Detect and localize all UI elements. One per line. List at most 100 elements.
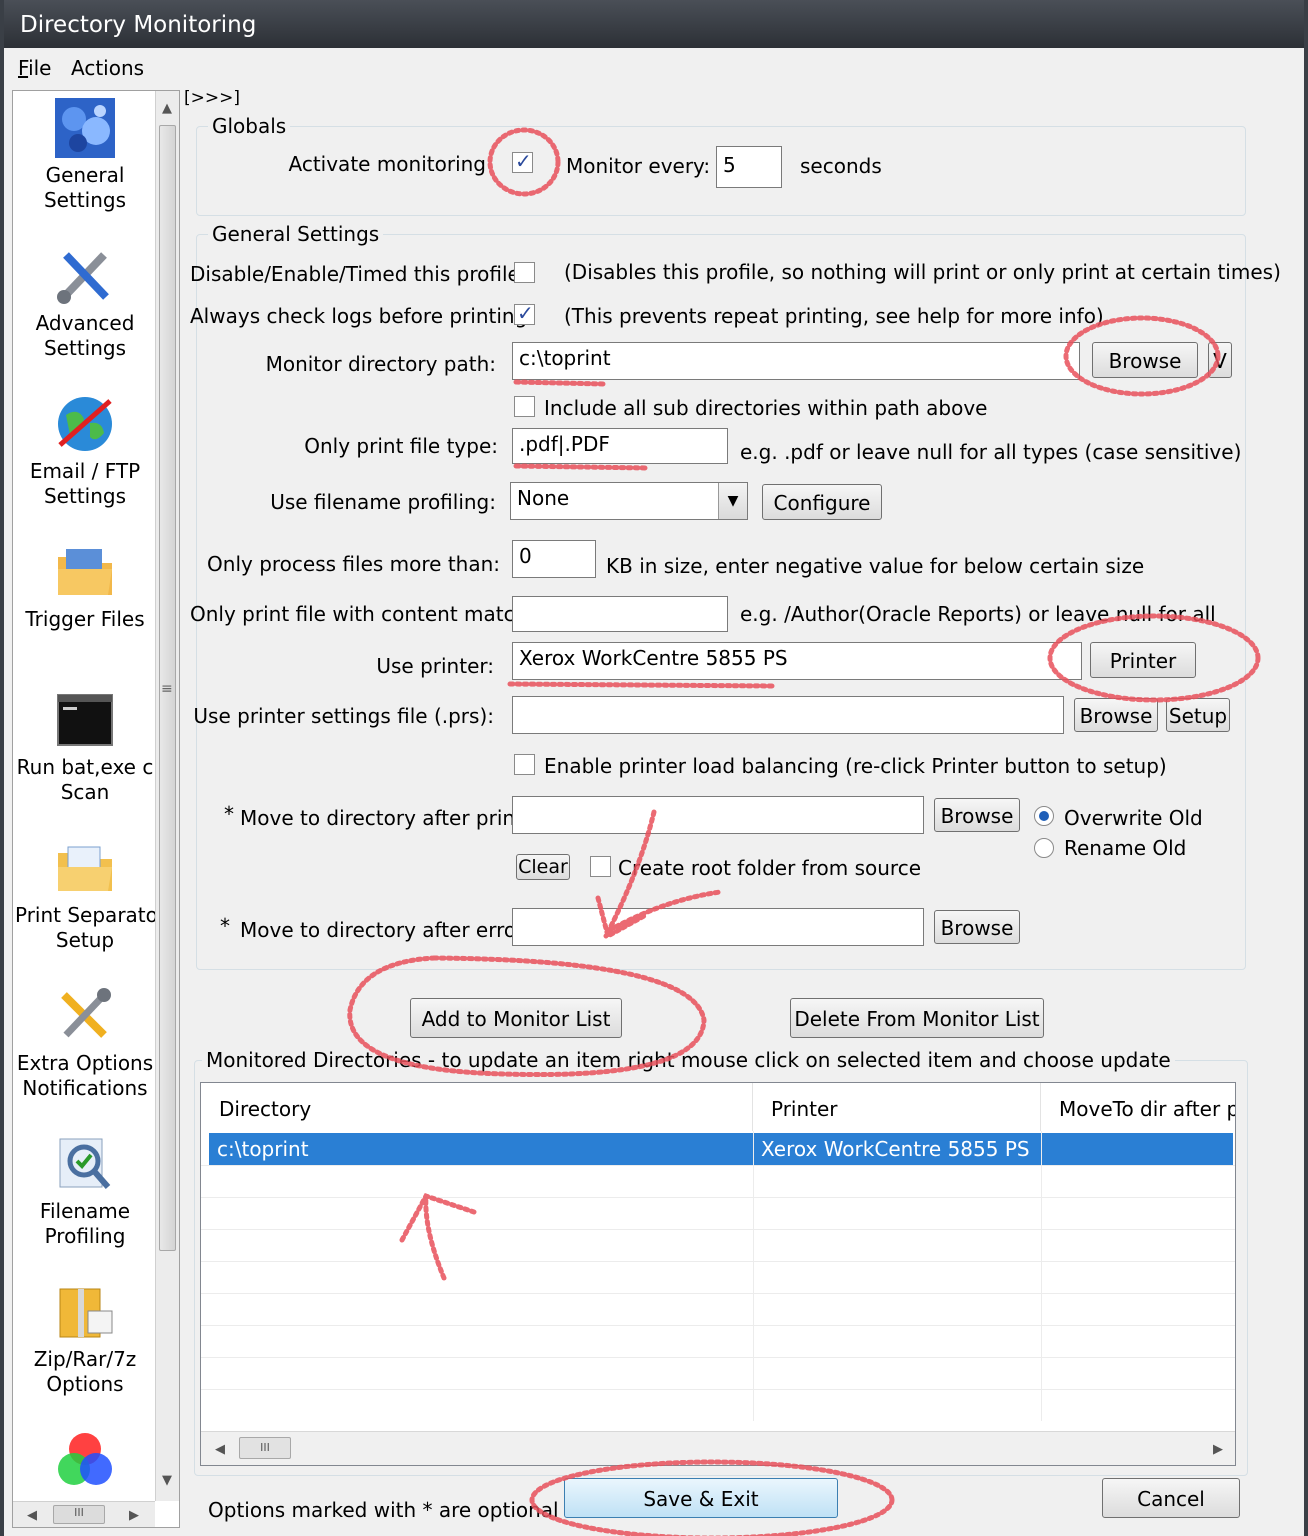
load-balancing-checkbox[interactable] [514, 754, 535, 775]
sidebar-item-label: Profiling [44, 1224, 126, 1248]
seconds-label: seconds [800, 154, 882, 178]
sidebar-scroll-thumb[interactable]: ≡ [159, 125, 176, 1251]
interval-input[interactable]: 5 [716, 146, 782, 188]
browse-directory-button[interactable]: Browse [1092, 342, 1198, 378]
min-size-label: Only process files more than: [207, 552, 500, 576]
create-root-folder-checkbox[interactable] [590, 856, 611, 877]
sidebar-horizontal-scrollbar[interactable]: ◀ III ▶ [13, 1501, 155, 1527]
printer-settings-file-label: Use printer settings file (.prs): [193, 704, 494, 728]
delete-from-monitor-list-button[interactable]: Delete From Monitor List [790, 998, 1044, 1038]
add-to-monitor-list-button[interactable]: Add to Monitor List [410, 998, 622, 1038]
scroll-right-icon[interactable]: ▶ [1213, 1442, 1223, 1457]
menu-file[interactable]: File [18, 56, 51, 80]
disable-profile-hint: (Disables this profile, so nothing will … [564, 260, 1281, 284]
v-button[interactable]: V [1208, 342, 1232, 378]
scroll-up-icon[interactable]: ▲ [162, 101, 172, 116]
scroll-left-icon[interactable]: ◀ [215, 1442, 225, 1457]
list-hscroll-thumb[interactable]: III [239, 1437, 291, 1459]
window-title: Directory Monitoring [20, 12, 257, 38]
magnifier-check-icon [59, 1138, 111, 1189]
row-divider [201, 1357, 1235, 1358]
sidebar-item-general-settings[interactable]: General Settings [15, 97, 155, 213]
sidebar-item-print-separator[interactable]: Print Separato Setup [15, 837, 155, 953]
column-header-printer[interactable]: Printer [753, 1083, 1041, 1131]
menu-actions[interactable]: Actions [71, 56, 144, 80]
menu-bar: File Actions [4, 48, 1304, 86]
move-after-print-input[interactable] [512, 796, 924, 834]
sidebar-item-extra-options[interactable]: Extra Options Notifications [15, 985, 155, 1101]
error-browse-button[interactable]: Browse [934, 910, 1020, 944]
scroll-down-icon[interactable]: ▼ [162, 1473, 172, 1488]
disable-profile-checkbox[interactable] [514, 262, 535, 283]
min-size-input[interactable]: 0 [512, 540, 596, 578]
app-window: Directory Monitoring File Actions Genera… [4, 0, 1304, 1536]
move-browse-button[interactable]: Browse [934, 798, 1020, 832]
table-row[interactable]: c:\toprint Xerox WorkCentre 5855 PS [209, 1133, 1233, 1165]
monitor-directory-input[interactable]: c:\toprint [512, 342, 1080, 380]
row-divider [201, 1261, 1235, 1262]
check-logs-checkbox[interactable] [514, 301, 535, 325]
content-match-input[interactable] [512, 596, 728, 632]
row-divider [201, 1293, 1235, 1294]
optional-asterisk: * [220, 914, 230, 938]
sidebar-item-email-ftp[interactable]: Email / FTP Settings [15, 393, 155, 509]
general-settings-title: General Settings [208, 222, 384, 246]
row-divider [201, 1197, 1235, 1198]
optional-note: Options marked with * are optional [208, 1498, 559, 1522]
overwrite-old-radio[interactable] [1034, 806, 1054, 826]
sidebar-item-advanced-settings[interactable]: Advanced Settings [15, 245, 155, 361]
content-match-label: Only print file with content match: [190, 602, 535, 626]
save-and-exit-button[interactable]: Save & Exit [564, 1478, 838, 1518]
sidebar-item-filename-profiling[interactable]: Filename Profiling [15, 1133, 155, 1249]
monitor-every-label: Monitor every: [566, 154, 711, 178]
panel-expander[interactable]: [>>>] [184, 88, 240, 108]
sidebar-item-zip-options[interactable]: Zip/Rar/7z Options [15, 1281, 155, 1397]
row-printer-cell: Xerox WorkCentre 5855 PS [761, 1137, 1030, 1161]
title-bar[interactable]: Directory Monitoring [4, 0, 1304, 48]
cancel-button[interactable]: Cancel [1102, 1478, 1240, 1518]
column-header-moveto[interactable]: MoveTo dir after pri [1041, 1083, 1235, 1131]
menu-file-mnemonic: F [18, 56, 29, 80]
activate-monitoring-label: Activate monitoring [288, 152, 487, 176]
row-divider [201, 1325, 1235, 1326]
content-match-hint: e.g. /Author(Oracle Reports) or leave nu… [740, 602, 1216, 626]
scroll-left-icon[interactable]: ◀ [27, 1508, 37, 1523]
disable-profile-label: Disable/Enable/Timed this profile [190, 262, 520, 286]
printer-input[interactable]: Xerox WorkCentre 5855 PS [512, 642, 1082, 680]
sidebar-hscroll-thumb[interactable]: III [53, 1505, 105, 1524]
filename-profiling-select[interactable]: None ▼ [510, 482, 748, 520]
sidebar-item-label: Options [46, 1372, 124, 1396]
sidebar-item-trigger-files[interactable]: Trigger Files [15, 541, 155, 632]
sidebar-item-label: Settings [43, 188, 127, 212]
prs-browse-button[interactable]: Browse [1074, 698, 1158, 732]
color-wheel-icon [58, 1433, 112, 1485]
folder-document-icon [58, 846, 112, 891]
file-type-input[interactable]: .pdf|.PDF [512, 428, 728, 464]
overwrite-old-label: Overwrite Old [1064, 806, 1203, 830]
sidebar-item-label: Print Separato [15, 903, 155, 927]
monitored-directories-list[interactable]: Directory Printer MoveTo dir after pri c… [200, 1082, 1236, 1466]
sidebar-vertical-scrollbar[interactable]: ▲ ≡ ▼ [155, 91, 179, 1501]
rename-old-radio[interactable] [1034, 838, 1054, 858]
scroll-right-icon[interactable]: ▶ [129, 1508, 139, 1523]
monitored-directories-title: Monitored Directories - to update an ite… [202, 1048, 1175, 1072]
folder-icon [58, 549, 112, 595]
check-logs-hint: (This prevents repeat printing, see help… [564, 304, 1104, 328]
printer-button[interactable]: Printer [1090, 642, 1196, 678]
include-subdirs-checkbox[interactable] [514, 396, 535, 417]
sidebar-item-run-bat[interactable]: Run bat,exe c Scan [15, 689, 155, 805]
optional-asterisk: * [224, 802, 234, 826]
list-horizontal-scrollbar[interactable]: ◀ III ▶ [201, 1431, 1235, 1465]
chevron-down-icon[interactable]: ▼ [718, 483, 747, 519]
printer-settings-file-input[interactable] [512, 696, 1064, 734]
clear-button[interactable]: Clear [516, 854, 570, 880]
column-header-directory[interactable]: Directory [201, 1083, 753, 1131]
configure-button[interactable]: Configure [762, 484, 882, 520]
activate-monitoring-checkbox[interactable] [512, 149, 533, 173]
globals-title: Globals [208, 114, 291, 138]
sidebar-item-color[interactable] [15, 1429, 155, 1495]
prs-setup-button[interactable]: Setup [1166, 698, 1230, 732]
column-divider [753, 1131, 754, 1421]
move-after-error-input[interactable] [512, 908, 924, 946]
tools-icon [57, 252, 109, 304]
